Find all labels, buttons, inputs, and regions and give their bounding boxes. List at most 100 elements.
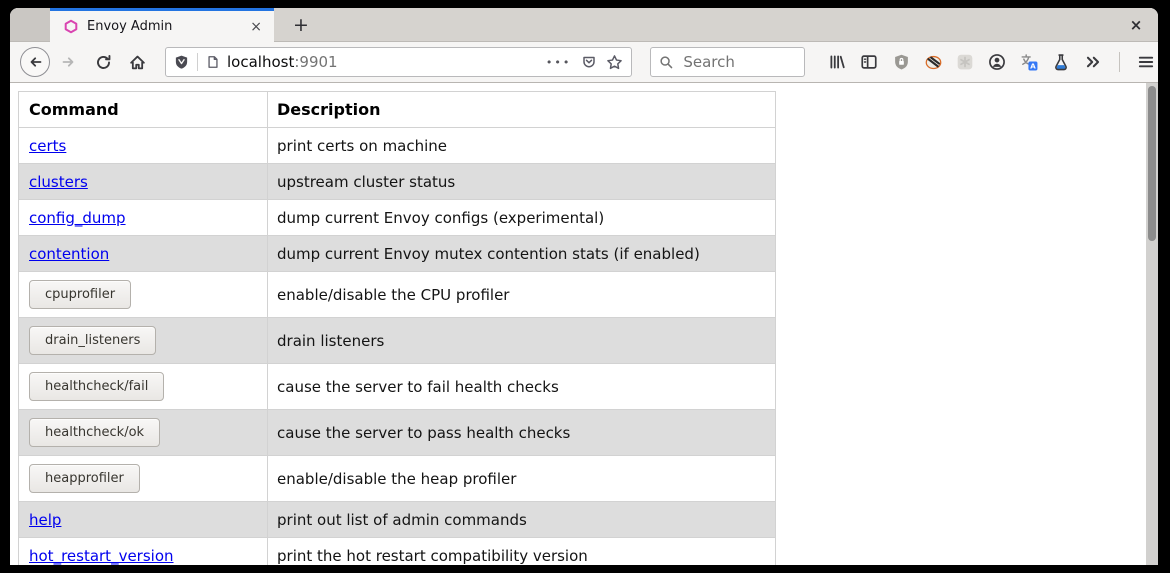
command-cell: clusters bbox=[19, 164, 268, 200]
command-description: print certs on machine bbox=[268, 128, 776, 164]
command-cell: help bbox=[19, 502, 268, 538]
toolbar-icon-cluster: A bbox=[825, 50, 1158, 74]
search-icon bbox=[659, 55, 674, 70]
table-header-row: Command Description bbox=[19, 92, 776, 128]
command-description: upstream cluster status bbox=[268, 164, 776, 200]
command-cell: contention bbox=[19, 236, 268, 272]
page-info-icon[interactable] bbox=[206, 54, 220, 70]
command-column-header: Command bbox=[19, 92, 268, 128]
table-row: healthcheck/failcause the server to fail… bbox=[19, 364, 776, 410]
window-close-button[interactable]: × bbox=[1122, 8, 1150, 41]
tab-title: Envoy Admin bbox=[87, 19, 246, 34]
command-description: dump current Envoy configs (experimental… bbox=[268, 200, 776, 236]
table-row: drain_listeners drain listeners bbox=[19, 318, 776, 364]
tab-close-icon[interactable]: × bbox=[246, 20, 266, 34]
page-content: Command Description certs print certs on … bbox=[10, 83, 1158, 565]
command-link[interactable]: config_dump bbox=[29, 209, 126, 227]
url-host: localhost bbox=[227, 53, 294, 71]
toolbar-separator bbox=[1119, 52, 1120, 72]
table-row: contentiondump current Envoy mutex conte… bbox=[19, 236, 776, 272]
command-link[interactable]: hot_restart_version bbox=[29, 547, 174, 565]
table-row: hot_restart_version print the hot restart… bbox=[19, 538, 776, 566]
flask-icon bbox=[1052, 53, 1070, 71]
sidebar-icon bbox=[860, 53, 878, 71]
library-button[interactable] bbox=[825, 50, 849, 74]
command-cell: drain_listeners bbox=[19, 318, 268, 364]
vertical-scrollbar[interactable] bbox=[1146, 83, 1158, 565]
command-cell: certs bbox=[19, 128, 268, 164]
translate-extension-button[interactable]: A bbox=[1017, 50, 1041, 74]
table-row: heapprofiler enable/disable the heap prof… bbox=[19, 456, 776, 502]
app-menu-button[interactable] bbox=[1134, 50, 1158, 74]
back-button[interactable] bbox=[20, 47, 50, 77]
forward-arrow-icon bbox=[61, 54, 77, 70]
library-icon bbox=[828, 53, 846, 71]
command-button[interactable]: healthcheck/fail bbox=[29, 372, 164, 401]
command-description: drain listeners bbox=[268, 318, 776, 364]
command-button[interactable]: cpuprofiler bbox=[29, 280, 131, 309]
experiments-flask-button[interactable] bbox=[1049, 50, 1073, 74]
home-button[interactable] bbox=[122, 47, 152, 77]
command-button[interactable]: heapprofiler bbox=[29, 464, 140, 493]
command-link[interactable]: contention bbox=[29, 245, 109, 263]
privacy-badger-extension-button[interactable] bbox=[921, 50, 945, 74]
description-column-header: Description bbox=[268, 92, 776, 128]
navigation-toolbar: localhost:9901 ••• bbox=[10, 42, 1158, 83]
search-input[interactable] bbox=[681, 52, 795, 72]
overflow-menu-button[interactable] bbox=[1081, 50, 1105, 74]
command-link[interactable]: help bbox=[29, 511, 61, 529]
browser-window: Envoy Admin × + × bbox=[10, 8, 1158, 565]
tab-envoy-admin[interactable]: Envoy Admin × bbox=[50, 8, 274, 42]
command-description: cause the server to pass health checks bbox=[268, 410, 776, 456]
translate-icon: A bbox=[1020, 53, 1038, 71]
command-link[interactable]: certs bbox=[29, 137, 66, 155]
table-row: cpuprofiler enable/disable the CPU profil… bbox=[19, 272, 776, 318]
disabled-extension-icon bbox=[956, 53, 974, 71]
command-description: enable/disable the heap profiler bbox=[268, 456, 776, 502]
sidebar-toggle-button[interactable] bbox=[857, 50, 881, 74]
pocket-icon[interactable] bbox=[581, 54, 597, 70]
command-description: enable/disable the CPU profiler bbox=[268, 272, 776, 318]
svg-text:A: A bbox=[1030, 62, 1036, 71]
account-icon bbox=[988, 53, 1006, 71]
double-chevron-right-icon bbox=[1084, 53, 1102, 71]
tabbar-left-space bbox=[10, 8, 51, 41]
command-cell: heapprofiler bbox=[19, 456, 268, 502]
command-cell: cpuprofiler bbox=[19, 272, 268, 318]
tracking-protection-shield-icon[interactable] bbox=[174, 54, 189, 70]
privacy-badger-icon bbox=[924, 54, 943, 71]
table-row: certs print certs on machine bbox=[19, 128, 776, 164]
reload-button[interactable] bbox=[88, 47, 118, 77]
table-row: config_dump dump current Envoy configs (e… bbox=[19, 200, 776, 236]
reload-icon bbox=[95, 54, 112, 71]
forward-button[interactable] bbox=[54, 47, 84, 77]
page-actions-icon[interactable]: ••• bbox=[546, 56, 571, 69]
command-cell: healthcheck/ok bbox=[19, 410, 268, 456]
command-description: print out list of admin commands bbox=[268, 502, 776, 538]
command-button[interactable]: drain_listeners bbox=[29, 326, 156, 355]
shield-lock-icon bbox=[893, 53, 910, 71]
new-tab-button[interactable]: + bbox=[286, 8, 316, 41]
table-row: help print out list of admin commands bbox=[19, 502, 776, 538]
disabled-extension-button[interactable] bbox=[953, 50, 977, 74]
command-cell: config_dump bbox=[19, 200, 268, 236]
command-cell: hot_restart_version bbox=[19, 538, 268, 566]
account-button[interactable] bbox=[985, 50, 1009, 74]
url-bar[interactable]: localhost:9901 ••• bbox=[165, 47, 632, 77]
admin-commands-table: Command Description certs print certs on … bbox=[18, 91, 776, 565]
bookmark-star-icon[interactable] bbox=[606, 54, 623, 71]
search-box[interactable] bbox=[650, 47, 805, 77]
table-row: clusters upstream cluster status bbox=[19, 164, 776, 200]
urlbar-separator bbox=[197, 53, 198, 71]
command-cell: healthcheck/fail bbox=[19, 364, 268, 410]
tab-bar: Envoy Admin × + × bbox=[10, 8, 1158, 42]
command-link[interactable]: clusters bbox=[29, 173, 88, 191]
table-row: healthcheck/ok cause the server to pass h… bbox=[19, 410, 776, 456]
back-arrow-icon bbox=[27, 54, 43, 70]
shield-lock-extension-button[interactable] bbox=[889, 50, 913, 74]
command-button[interactable]: healthcheck/ok bbox=[29, 418, 160, 447]
envoy-favicon-icon bbox=[64, 19, 78, 34]
command-description: print the hot restart compatibility vers… bbox=[268, 538, 776, 566]
hamburger-menu-icon bbox=[1137, 53, 1155, 71]
scrollbar-thumb[interactable] bbox=[1148, 86, 1156, 241]
